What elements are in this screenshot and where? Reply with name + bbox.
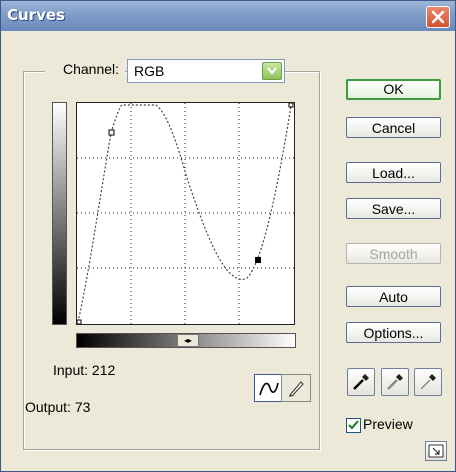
input-label: Input: — [53, 362, 89, 378]
input-gradient-bar[interactable]: ◂▸ — [76, 333, 296, 348]
load-button[interactable]: Load... — [346, 162, 441, 183]
channel-dropdown-button[interactable] — [262, 62, 282, 80]
close-icon — [431, 10, 445, 24]
close-button[interactable] — [426, 6, 450, 28]
curve-tool-icon — [259, 382, 279, 396]
checkmark-icon — [348, 420, 359, 430]
curve-point[interactable] — [108, 129, 115, 136]
channel-value: RGB — [134, 63, 165, 79]
save-button[interactable]: Save... — [346, 198, 441, 219]
channel-select[interactable]: RGB — [127, 59, 285, 83]
black-eyedropper-button[interactable] — [347, 368, 375, 396]
input-readout: Input: 212 — [53, 362, 115, 378]
chevron-down-icon — [267, 67, 277, 75]
expand-icon — [428, 444, 444, 458]
gradient-toggle-button[interactable]: ◂▸ — [177, 334, 199, 347]
smooth-button: Smooth — [346, 243, 441, 264]
white-eyedropper-button[interactable] — [414, 368, 442, 396]
curve-graph[interactable] — [76, 102, 295, 325]
output-readout: Output: 73 — [25, 399, 90, 415]
auto-button[interactable]: Auto — [346, 286, 441, 307]
ok-button[interactable]: OK — [346, 79, 441, 100]
window-title: Curves — [7, 6, 65, 24]
gray-eyedropper-button[interactable] — [381, 368, 409, 396]
curve-tool-button[interactable] — [254, 374, 284, 402]
preview-checkbox[interactable] — [346, 418, 361, 433]
cancel-button[interactable]: Cancel — [346, 117, 441, 138]
white-eyedropper-icon — [420, 374, 436, 390]
channel-label: Channel: — [45, 61, 126, 77]
title-bar[interactable]: Curves — [1, 1, 455, 31]
output-gradient-bar — [52, 102, 67, 325]
curve-point-selected[interactable] — [255, 257, 261, 263]
pencil-tool-icon — [289, 381, 304, 397]
output-label: Output: — [25, 399, 71, 415]
curves-dialog: Curves Channel: RGB ◂▸ Input: 212 Output… — [0, 0, 456, 472]
black-eyedropper-icon — [353, 374, 369, 390]
expand-button[interactable] — [425, 441, 447, 461]
curve-grid — [77, 103, 294, 324]
gray-eyedropper-icon — [387, 374, 403, 390]
output-value: 73 — [74, 399, 91, 415]
input-value: 212 — [91, 362, 116, 378]
pencil-tool-button[interactable] — [281, 374, 311, 402]
curve-endpoint-top[interactable] — [288, 103, 294, 108]
preview-label[interactable]: Preview — [363, 416, 413, 432]
curve-endpoint-bottom[interactable] — [77, 319, 82, 324]
options-button[interactable]: Options... — [346, 322, 441, 343]
